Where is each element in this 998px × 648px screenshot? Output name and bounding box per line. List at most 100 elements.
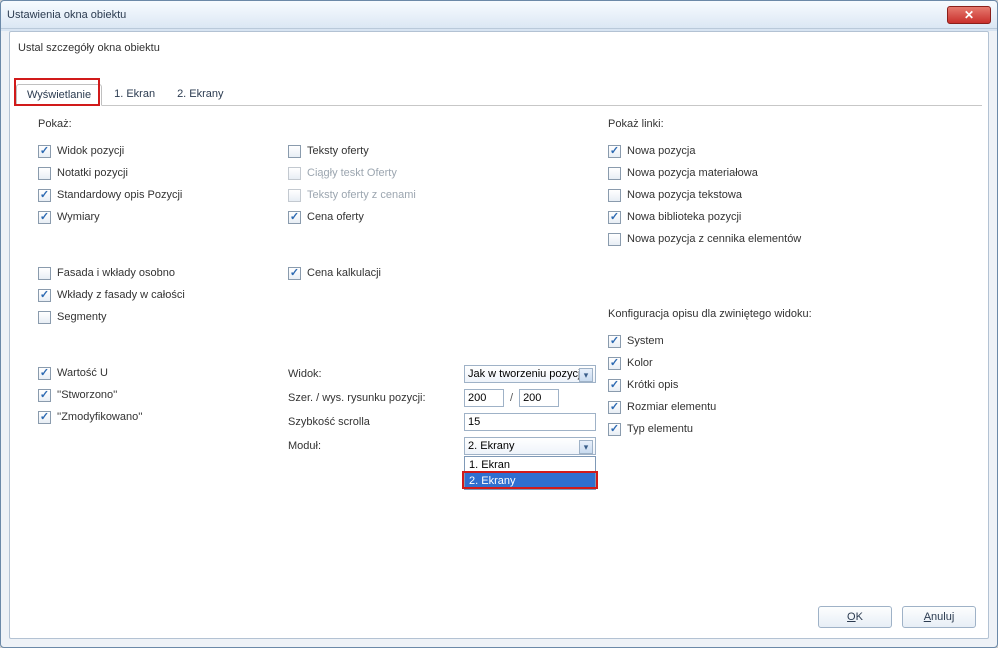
cb-nowa-materialowa[interactable] — [608, 167, 621, 180]
lbl-widok-pozycji: Widok pozycji — [57, 145, 124, 157]
tab-screen-1[interactable]: 1. Ekran — [104, 83, 165, 105]
cb-teksty-oferty[interactable] — [288, 145, 301, 158]
cb-cd-kolor[interactable] — [608, 357, 621, 370]
cb-wymiary[interactable] — [38, 211, 51, 224]
select-modul-option-1-label: 2. Ekrany — [469, 475, 515, 487]
row-modul: Moduł: 2. Ekrany ▾ — [288, 434, 608, 458]
ok-button[interactable]: OK — [818, 606, 892, 628]
cb-segmenty[interactable] — [38, 311, 51, 324]
cb-nowa-tekstowa[interactable] — [608, 189, 621, 202]
cancel-button[interactable]: Anuluj — [902, 606, 976, 628]
cb-cd-typ[interactable] — [608, 423, 621, 436]
lbl-nowa-materialowa: Nowa pozycja materiałowa — [627, 167, 758, 179]
row-cd-kolor: Kolor — [608, 352, 968, 374]
dialog-footer: OK Anuluj — [818, 606, 976, 628]
row-zmodyfikowano: ''Zmodyfikowano'' — [38, 406, 278, 428]
lbl-nowa-biblioteka: Nowa biblioteka pozycji — [627, 211, 741, 223]
row-teksty-oferty: Teksty oferty — [288, 140, 608, 162]
cb-stworzono[interactable] — [38, 389, 51, 402]
cb-fasada-osobno[interactable] — [38, 267, 51, 280]
input-szer[interactable] — [464, 389, 504, 407]
lbl-cd-krotki-opis: Krótki opis — [627, 379, 678, 391]
cb-ciagly-tekst — [288, 167, 301, 180]
lbl-notatki-pozycji: Notatki pozycji — [57, 167, 128, 179]
tab-screen-1-label: 1. Ekran — [114, 88, 155, 100]
row-wymiary: Wymiary — [38, 206, 278, 228]
select-modul-option-0-label: 1. Ekran — [469, 459, 510, 471]
lbl-cd-system: System — [627, 335, 664, 347]
cb-wartosc-u[interactable] — [38, 367, 51, 380]
lbl-widok: Widok: — [288, 368, 458, 380]
cb-cena-oferty[interactable] — [288, 211, 301, 224]
row-cd-typ: Typ elementu — [608, 418, 968, 440]
window-title: Ustawienia okna obiektu — [7, 9, 947, 21]
row-wartosc-u: Wartość U — [38, 362, 278, 384]
row-notatki-pozycji: Notatki pozycji — [38, 162, 278, 184]
dialog-subtitle: Ustal szczegóły okna obiektu — [18, 42, 160, 54]
row-std-opis: Standardowy opis Pozycji — [38, 184, 278, 206]
lbl-scroll: Szybkość scrolla — [288, 416, 458, 428]
lbl-zmodyfikowano: ''Zmodyfikowano'' — [57, 411, 142, 423]
row-wklady-calosc: Wkłady z fasady w całości — [38, 284, 278, 306]
row-cd-rozmiar: Rozmiar elementu — [608, 396, 968, 418]
settings-window: Ustawienia okna obiektu ✕ Ustal szczegół… — [0, 0, 998, 648]
lbl-teksty-oferty-cena: Teksty oferty z cenami — [307, 189, 416, 201]
section-show-links: Pokaż linki: — [608, 118, 664, 130]
cb-notatki-pozycji[interactable] — [38, 167, 51, 180]
select-modul-value: 2. Ekrany — [468, 440, 514, 452]
cb-teksty-oferty-cena — [288, 189, 301, 202]
row-scroll: Szybkość scrolla — [288, 410, 608, 434]
row-segmenty: Segmenty — [38, 306, 278, 328]
tab-content: Pokaż: Pokaż linki: Konfiguracja opisu d… — [28, 118, 970, 594]
cb-cd-system[interactable] — [608, 335, 621, 348]
cb-nowa-cennik[interactable] — [608, 233, 621, 246]
tab-screen-2[interactable]: 2. Ekrany — [167, 83, 233, 105]
cb-cd-krotki-opis[interactable] — [608, 379, 621, 392]
row-widok-pozycji: Widok pozycji — [38, 140, 278, 162]
lbl-std-opis: Standardowy opis Pozycji — [57, 189, 182, 201]
lbl-ciagly-tekst: Ciągły teskt Oferty — [307, 167, 397, 179]
lbl-fasada-osobno: Fasada i wkłady osobno — [57, 267, 175, 279]
tab-display[interactable]: Wyświetlanie — [16, 84, 102, 106]
row-nowa-tekstowa: Nowa pozycja tekstowa — [608, 184, 968, 206]
slash-separator: / — [510, 392, 513, 404]
input-wys[interactable] — [519, 389, 559, 407]
row-nowa-biblioteka: Nowa biblioteka pozycji — [608, 206, 968, 228]
select-modul[interactable]: 2. Ekrany ▾ — [464, 437, 596, 455]
input-scroll[interactable] — [464, 413, 596, 431]
row-cena-kalkulacji: Cena kalkulacji — [288, 262, 608, 284]
close-icon: ✕ — [964, 8, 974, 22]
col-3: Nowa pozycja Nowa pozycja materiałowa No… — [608, 140, 968, 440]
chevron-down-icon: ▾ — [579, 368, 593, 382]
close-button[interactable]: ✕ — [947, 6, 991, 24]
row-stworzono: ''Stworzono'' — [38, 384, 278, 406]
cb-widok-pozycji[interactable] — [38, 145, 51, 158]
lbl-cena-oferty: Cena oferty — [307, 211, 364, 223]
chevron-down-icon: ▾ — [579, 440, 593, 454]
select-modul-option-0[interactable]: 1. Ekran — [465, 457, 595, 473]
cb-nowa-pozycja[interactable] — [608, 145, 621, 158]
lbl-cena-kalkulacji: Cena kalkulacji — [307, 267, 381, 279]
select-modul-dropdown: 1. Ekran 2. Ekrany — [464, 456, 596, 490]
lbl-segmenty: Segmenty — [57, 311, 107, 323]
cb-cena-kalkulacji[interactable] — [288, 267, 301, 280]
select-modul-option-1[interactable]: 2. Ekrany — [465, 473, 595, 489]
lbl-wartosc-u: Wartość U — [57, 367, 108, 379]
row-cena-oferty: Cena oferty — [288, 206, 608, 228]
cb-wklady-calosc[interactable] — [38, 289, 51, 302]
cb-zmodyfikowano[interactable] — [38, 411, 51, 424]
lbl-nowa-cennik: Nowa pozycja z cennika elementów — [627, 233, 801, 245]
row-szer-wys: Szer. / wys. rysunku pozycji: / — [288, 386, 608, 410]
select-widok[interactable]: Jak w tworzeniu pozycji ▾ — [464, 365, 596, 383]
lbl-wymiary: Wymiary — [57, 211, 100, 223]
row-widok-select: Widok: Jak w tworzeniu pozycji ▾ — [288, 362, 608, 386]
lbl-nowa-tekstowa: Nowa pozycja tekstowa — [627, 189, 742, 201]
cb-cd-rozmiar[interactable] — [608, 401, 621, 414]
section-show: Pokaż: — [38, 118, 72, 130]
lbl-cd-rozmiar: Rozmiar elementu — [627, 401, 716, 413]
client-area: Ustal szczegóły okna obiektu Wyświetlani… — [9, 31, 989, 639]
cb-std-opis[interactable] — [38, 189, 51, 202]
cb-nowa-biblioteka[interactable] — [608, 211, 621, 224]
ok-underline: O — [847, 611, 856, 623]
tab-screen-2-label: 2. Ekrany — [177, 88, 223, 100]
